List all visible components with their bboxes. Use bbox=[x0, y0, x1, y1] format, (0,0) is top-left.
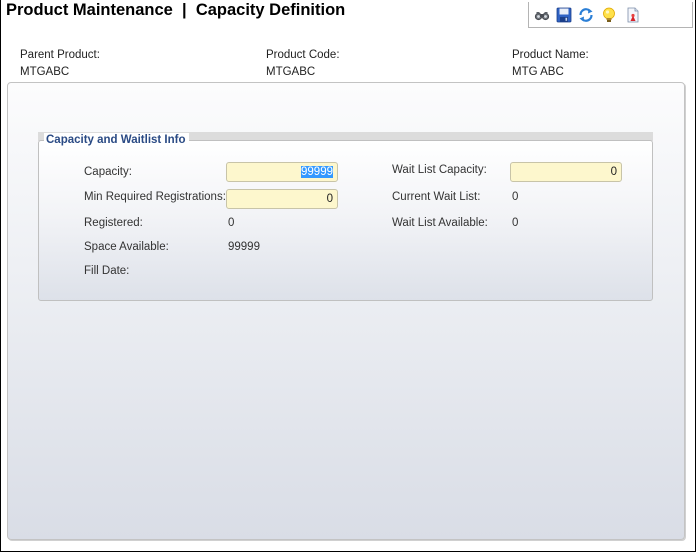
capacity-waitlist-fieldset: Capacity and Waitlist Info bbox=[38, 132, 653, 301]
space-available-value: 99999 bbox=[228, 241, 260, 253]
current-wait-list-label: Current Wait List: bbox=[392, 191, 481, 203]
product-code-label: Product Code: bbox=[266, 49, 340, 61]
min-required-registrations-value: 0 bbox=[326, 193, 333, 205]
wait-list-available-label: Wait List Available: bbox=[392, 217, 488, 229]
capacity-label: Capacity: bbox=[84, 166, 132, 178]
binoculars-icon bbox=[533, 6, 551, 24]
product-name-label: Product Name: bbox=[512, 49, 589, 61]
wait-list-available-value: 0 bbox=[512, 217, 519, 229]
save-button[interactable] bbox=[555, 6, 573, 24]
save-icon bbox=[555, 6, 573, 24]
wait-list-capacity-label: Wait List Capacity: bbox=[392, 164, 487, 176]
report-icon bbox=[624, 6, 642, 24]
help-button[interactable] bbox=[600, 6, 618, 24]
parent-product-value: MTGABC bbox=[20, 66, 70, 78]
registered-label: Registered: bbox=[84, 217, 143, 229]
fieldset-legend: Capacity and Waitlist Info bbox=[44, 133, 189, 147]
refresh-button[interactable] bbox=[577, 6, 595, 24]
fill-date-label: Fill Date: bbox=[84, 265, 130, 277]
lightbulb-icon bbox=[600, 6, 618, 24]
min-required-registrations-label: Min Required Registrations: bbox=[84, 191, 226, 203]
wait-list-capacity-input[interactable]: 0 bbox=[510, 162, 622, 182]
product-code-value: MTGABC bbox=[266, 66, 316, 78]
registered-value: 0 bbox=[228, 217, 235, 229]
capacity-input-value: 99999 bbox=[301, 166, 333, 178]
toolbar bbox=[528, 2, 693, 28]
parent-product-label: Parent Product: bbox=[20, 49, 100, 61]
min-required-registrations-input[interactable]: 0 bbox=[226, 189, 338, 209]
wait-list-capacity-value: 0 bbox=[610, 166, 617, 178]
product-name-value: MTG ABC bbox=[512, 66, 564, 78]
page-title: Product Maintenance | Capacity Definitio… bbox=[6, 1, 346, 19]
space-available-label: Space Available: bbox=[84, 241, 169, 253]
refresh-icon bbox=[577, 6, 595, 24]
report-button[interactable] bbox=[624, 6, 642, 24]
capacity-input[interactable]: 99999 bbox=[226, 162, 338, 182]
find-button[interactable] bbox=[533, 6, 551, 24]
current-wait-list-value: 0 bbox=[512, 191, 519, 203]
